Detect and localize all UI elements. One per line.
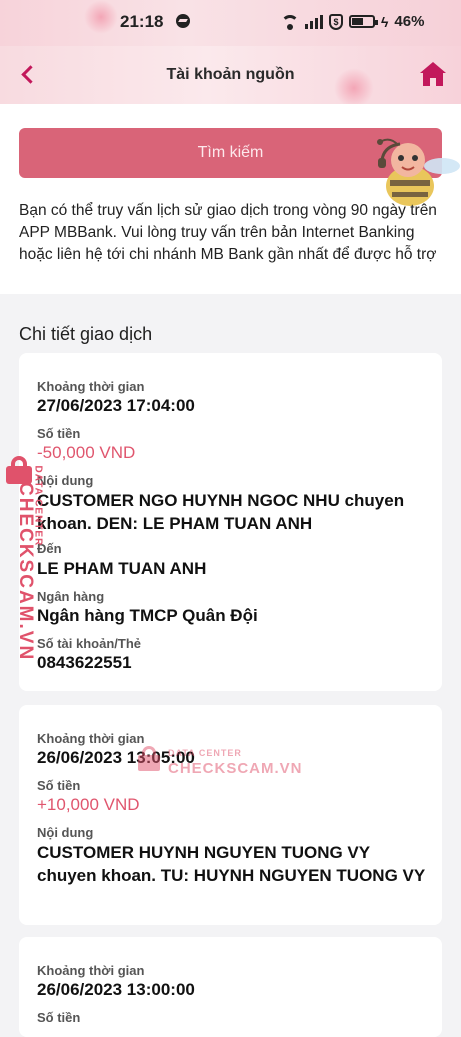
status-icons: $ ϟ 46% — [281, 13, 424, 30]
time-label: Khoảng thời gian — [37, 963, 145, 978]
lock-icon — [6, 456, 32, 484]
section-title: Chi tiết giao dịch — [19, 324, 153, 344]
home-icon — [420, 62, 446, 73]
account-label: Số tài khoản/Thẻ — [37, 636, 142, 651]
amount-value: -50,000 VND — [37, 443, 136, 462]
time-label: Khoảng thời gian — [37, 731, 145, 746]
bank-value: Ngân hàng TMCP Quân Đội — [37, 606, 258, 625]
signal-icon — [305, 14, 323, 29]
content-value: CUSTOMER HUYNH NGUYEN TUONG VY chuyen kh… — [37, 843, 426, 885]
watermark-subtext: DATA CENTER — [168, 748, 242, 758]
watermark-subtext: DATA CENTER — [32, 465, 44, 547]
page-title: Tài khoản nguồn — [166, 66, 295, 83]
time-label: Khoảng thời gian — [37, 379, 145, 394]
amount-value: +10,000 VND — [37, 795, 140, 814]
amount-label: Số tiền — [37, 426, 81, 441]
lock-icon — [138, 746, 160, 772]
messenger-icon — [176, 14, 190, 28]
transaction-card[interactable]: Khoảng thời gian 26/06/2023 13:05:00 Số … — [19, 705, 442, 925]
charging-icon: ϟ — [381, 13, 389, 30]
recipient-value: LE PHAM TUAN ANH — [37, 559, 207, 578]
amount-label: Số tiền — [37, 1010, 81, 1025]
content-value: CUSTOMER NGO HUYNH NGOC NHU chuyen khoan… — [37, 491, 405, 533]
account-value: 0843622551 — [37, 653, 132, 672]
bank-label: Ngân hàng — [37, 589, 105, 604]
battery-icon — [349, 15, 378, 28]
time-value: 27/06/2023 17:04:00 — [37, 396, 195, 415]
content-label: Nội dung — [37, 825, 94, 840]
transaction-card[interactable]: Khoảng thời gian 27/06/2023 17:04:00 Số … — [19, 353, 442, 691]
side-watermark: CHECKSCAM.VN DATA CENTER — [4, 456, 44, 661]
amount-label: Số tiền — [37, 778, 81, 793]
center-watermark: DATA CENTER CHECKSCAM.VN — [138, 742, 302, 778]
home-button[interactable] — [420, 62, 446, 88]
wifi-icon — [281, 14, 299, 30]
content-label: Nội dung — [37, 473, 94, 488]
time-value: 26/06/2023 13:00:00 — [37, 980, 195, 999]
battery-percent: 46% — [394, 13, 425, 30]
header-bar: Tài khoản nguồn — [0, 46, 461, 108]
info-text: Bạn có thể truy vấn lịch sử giao dịch tr… — [19, 202, 437, 263]
status-bar: 21:18 $ ϟ 46% — [0, 0, 461, 46]
transaction-card[interactable]: Khoảng thời gian 26/06/2023 13:00:00 Số … — [19, 937, 442, 1037]
blossom-decoration — [84, 0, 118, 34]
watermark-text: CHECKSCAM.VN — [168, 760, 303, 777]
status-time: 21:18 — [120, 12, 164, 31]
security-icon: $ — [329, 13, 343, 30]
